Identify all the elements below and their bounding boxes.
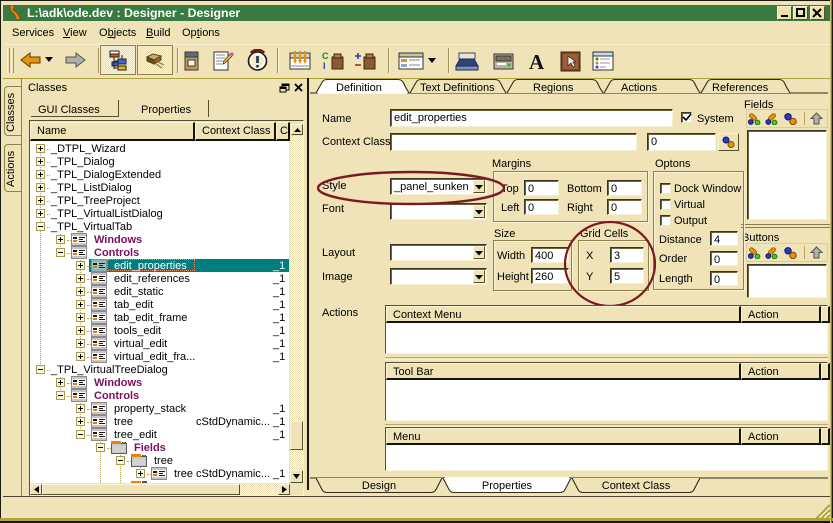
svg-text:I: I [323, 61, 326, 71]
svg-text:C: C [322, 51, 329, 61]
svg-text:A: A [529, 50, 545, 72]
